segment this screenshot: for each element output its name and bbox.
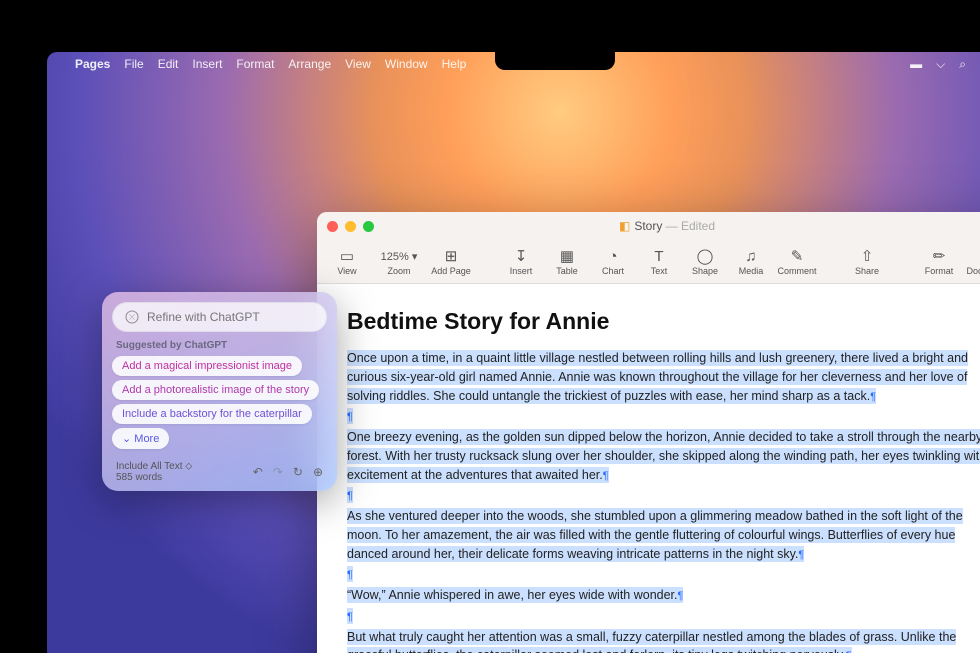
suggested-label: Suggested by ChatGPT <box>116 340 323 351</box>
menu-arrange[interactable]: Arrange <box>288 57 331 71</box>
toolbar-media[interactable]: ♫Media <box>729 247 773 276</box>
toolbar-share[interactable]: ⇧Share <box>845 247 889 276</box>
menu-file[interactable]: File <box>124 57 143 71</box>
document-title[interactable]: Bedtime Story for Annie <box>347 308 980 335</box>
paragraph[interactable]: One breezy evening, as the golden sun di… <box>347 429 980 483</box>
toolbar-insert[interactable]: ↧Insert <box>499 247 543 276</box>
menu-help[interactable]: Help <box>442 57 467 71</box>
undo-icon[interactable]: ↶ <box>253 465 263 479</box>
toolbar: ▭View 125% ▾Zoom ⊞Add Page ↧Insert ▦Tabl… <box>317 240 980 284</box>
refine-input[interactable] <box>147 310 315 324</box>
toolbar-add-page[interactable]: ⊞Add Page <box>429 247 473 276</box>
toolbar-chart[interactable]: ◔Chart <box>591 247 635 276</box>
battery-icon[interactable]: ▬ <box>910 57 922 72</box>
app-name[interactable]: Pages <box>75 57 110 71</box>
toolbar-table[interactable]: ▦Table <box>545 247 589 276</box>
toolbar-format[interactable]: ✏︎Format <box>917 247 961 276</box>
toolbar-text[interactable]: TText <box>637 247 681 276</box>
toolbar-document[interactable]: 🗎Document <box>965 247 980 276</box>
wifi-icon[interactable]: ⌵ <box>936 57 945 72</box>
refresh-icon[interactable]: ↻ <box>293 465 303 479</box>
paragraph[interactable]: But what truly caught her attention was … <box>347 629 956 653</box>
refine-input-wrapper[interactable] <box>112 302 327 332</box>
suggestion-chip[interactable]: Add a photorealistic image of the story <box>112 380 319 400</box>
minimize-button[interactable] <box>345 221 356 232</box>
menu-view[interactable]: View <box>345 57 371 71</box>
search-icon[interactable]: ⌕ <box>959 57 966 72</box>
chatgpt-icon <box>124 309 140 325</box>
toolbar-comment[interactable]: ✎Comment <box>775 247 819 276</box>
paragraph[interactable]: “Wow,” Annie whispered in awe, her eyes … <box>347 587 683 603</box>
menu-format[interactable]: Format <box>236 57 274 71</box>
close-button[interactable] <box>327 221 338 232</box>
suggestion-chip[interactable]: Include a backstory for the caterpillar <box>112 404 312 424</box>
menu-insert[interactable]: Insert <box>192 57 222 71</box>
window-title: ◧Story — Edited <box>619 219 715 233</box>
word-count: 585 words <box>116 472 192 483</box>
suggestion-chip[interactable]: Add a magical impressionist image <box>112 356 302 376</box>
expand-icon[interactable]: ⊕ <box>313 465 323 479</box>
suggestion-chip-more[interactable]: ⌄ More <box>112 428 169 449</box>
menu-window[interactable]: Window <box>385 57 428 71</box>
toolbar-view[interactable]: ▭View <box>325 247 369 276</box>
chatgpt-refine-panel: Suggested by ChatGPT Add a magical impre… <box>102 292 337 491</box>
menu-edit[interactable]: Edit <box>158 57 179 71</box>
toolbar-shape[interactable]: ◯Shape <box>683 247 727 276</box>
titlebar[interactable]: ◧Story — Edited <box>317 212 980 240</box>
fullscreen-button[interactable] <box>363 221 374 232</box>
redo-icon[interactable]: ↷ <box>273 465 283 479</box>
toolbar-zoom[interactable]: 125% ▾Zoom <box>373 247 425 276</box>
paragraph[interactable]: As she ventured deeper into the woods, s… <box>347 508 963 562</box>
pages-window: ◧Story — Edited ▭View 125% ▾Zoom ⊞Add Pa… <box>317 212 980 653</box>
paragraph[interactable]: Once upon a time, in a quaint little vil… <box>347 350 968 404</box>
document-icon: ◧ <box>619 219 630 233</box>
include-mode[interactable]: Include All Text ⬦ <box>116 461 192 472</box>
document-body[interactable]: Bedtime Story for Annie Once upon a time… <box>317 284 980 653</box>
